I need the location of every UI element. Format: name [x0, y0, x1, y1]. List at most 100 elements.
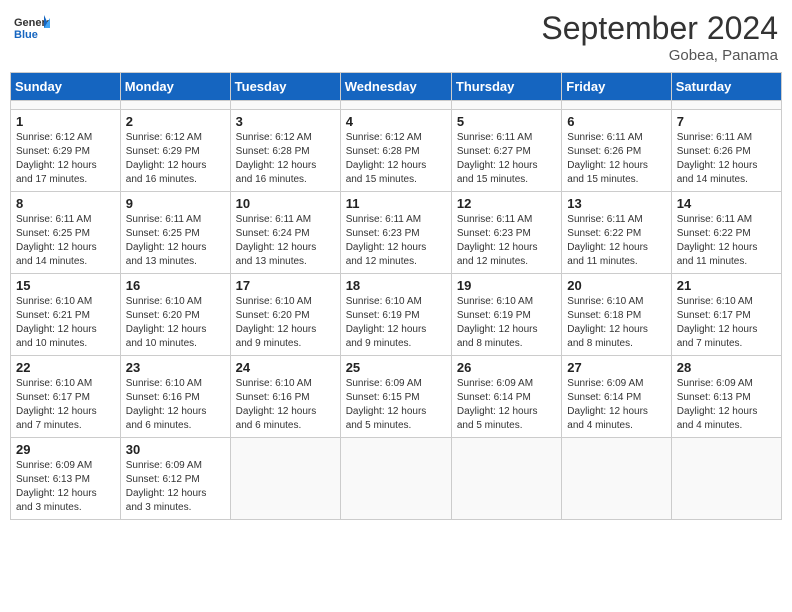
- day-number: 12: [457, 196, 556, 211]
- svg-text:Blue: Blue: [14, 29, 38, 41]
- day-info: Sunrise: 6:10 AM Sunset: 6:20 PM Dayligh…: [236, 295, 335, 351]
- day-info: Sunrise: 6:11 AM Sunset: 6:25 PM Dayligh…: [16, 213, 115, 269]
- calendar-cell: 10Sunrise: 6:11 AM Sunset: 6:24 PM Dayli…: [230, 192, 340, 274]
- day-number: 1: [16, 114, 115, 129]
- calendar-cell: 30 Sunrise: 6:09 AM Sunset: 6:12 PM Dayli…: [120, 438, 230, 520]
- calendar-cell: 25 Sunrise: 6:09 AM Sunset: 6:15 PM Dayli…: [340, 356, 451, 438]
- day-info: Sunrise: 6:09 AM Sunset: 6:13 PM Dayligh…: [16, 459, 115, 515]
- calendar-cell: 27Sunrise: 6:09 AM Sunset: 6:14 PM Dayli…: [562, 356, 671, 438]
- calendar-cell: [230, 101, 340, 110]
- day-info: Sunrise: 6:10 AM Sunset: 6:16 PM Dayligh…: [236, 377, 335, 433]
- day-number: 18: [346, 278, 446, 293]
- calendar-cell: 7Sunrise: 6:11 AM Sunset: 6:26 PM Daylig…: [671, 110, 781, 192]
- calendar-cell: 19 Sunrise: 6:10 AM Sunset: 6:19 PM Dayli…: [451, 274, 561, 356]
- day-number: 14: [677, 196, 776, 211]
- day-number: 25: [346, 360, 446, 375]
- day-number: 7: [677, 114, 776, 129]
- day-number: 5: [457, 114, 556, 129]
- calendar-cell: [671, 438, 781, 520]
- day-number: 16: [126, 278, 225, 293]
- col-saturday: Saturday: [671, 73, 781, 101]
- day-info: Sunrise: 6:11 AM Sunset: 6:25 PM Dayligh…: [126, 213, 225, 269]
- day-info: Sunrise: 6:12 AM Sunset: 6:29 PM Dayligh…: [16, 131, 115, 187]
- calendar-cell: 4Sunrise: 6:12 AM Sunset: 6:28 PM Daylig…: [340, 110, 451, 192]
- day-number: 13: [567, 196, 665, 211]
- day-info: Sunrise: 6:09 AM Sunset: 6:12 PM Dayligh…: [126, 459, 225, 515]
- calendar-cell: [11, 101, 121, 110]
- day-number: 21: [677, 278, 776, 293]
- day-info: Sunrise: 6:12 AM Sunset: 6:28 PM Dayligh…: [346, 131, 446, 187]
- day-info: Sunrise: 6:09 AM Sunset: 6:13 PM Dayligh…: [677, 377, 776, 433]
- day-info: Sunrise: 6:11 AM Sunset: 6:22 PM Dayligh…: [677, 213, 776, 269]
- day-info: Sunrise: 6:12 AM Sunset: 6:28 PM Dayligh…: [236, 131, 335, 187]
- calendar-cell: 3 Sunrise: 6:12 AM Sunset: 6:28 PM Daylig…: [230, 110, 340, 192]
- day-number: 29: [16, 442, 115, 457]
- day-number: 2: [126, 114, 225, 129]
- calendar-cell: 17 Sunrise: 6:10 AM Sunset: 6:20 PM Dayli…: [230, 274, 340, 356]
- calendar-cell: 22 Sunrise: 6:10 AM Sunset: 6:17 PM Dayli…: [11, 356, 121, 438]
- calendar-cell: 13 Sunrise: 6:11 AM Sunset: 6:22 PM Dayli…: [562, 192, 671, 274]
- day-number: 20: [567, 278, 665, 293]
- logo: General Blue: [14, 10, 50, 46]
- calendar-cell: [671, 101, 781, 110]
- calendar-cell: [562, 438, 671, 520]
- day-info: Sunrise: 6:10 AM Sunset: 6:16 PM Dayligh…: [126, 377, 225, 433]
- calendar-cell: [451, 101, 561, 110]
- day-info: Sunrise: 6:10 AM Sunset: 6:17 PM Dayligh…: [677, 295, 776, 351]
- calendar-cell: 9 Sunrise: 6:11 AM Sunset: 6:25 PM Daylig…: [120, 192, 230, 274]
- day-info: Sunrise: 6:10 AM Sunset: 6:19 PM Dayligh…: [346, 295, 446, 351]
- day-number: 11: [346, 196, 446, 211]
- calendar-cell: 28 Sunrise: 6:09 AM Sunset: 6:13 PM Dayli…: [671, 356, 781, 438]
- calendar-cell: 20 Sunrise: 6:10 AM Sunset: 6:18 PM Dayli…: [562, 274, 671, 356]
- day-number: 9: [126, 196, 225, 211]
- day-number: 19: [457, 278, 556, 293]
- day-info: Sunrise: 6:11 AM Sunset: 6:23 PM Dayligh…: [346, 213, 446, 269]
- day-number: 10: [236, 196, 335, 211]
- calendar-cell: 18 Sunrise: 6:10 AM Sunset: 6:19 PM Dayli…: [340, 274, 451, 356]
- day-info: Sunrise: 6:11 AM Sunset: 6:22 PM Dayligh…: [567, 213, 665, 269]
- logo-icon: General Blue: [14, 10, 50, 46]
- day-number: 23: [126, 360, 225, 375]
- page-header: General Blue September 2024 Gobea, Panam…: [10, 10, 782, 64]
- col-friday: Friday: [562, 73, 671, 101]
- day-info: Sunrise: 6:10 AM Sunset: 6:21 PM Dayligh…: [16, 295, 115, 351]
- calendar-cell: [120, 101, 230, 110]
- month-title: September 2024: [541, 10, 778, 47]
- day-number: 28: [677, 360, 776, 375]
- calendar-cell: 11 Sunrise: 6:11 AM Sunset: 6:23 PM Dayli…: [340, 192, 451, 274]
- calendar-cell: 26Sunrise: 6:09 AM Sunset: 6:14 PM Dayli…: [451, 356, 561, 438]
- col-tuesday: Tuesday: [230, 73, 340, 101]
- col-monday: Monday: [120, 73, 230, 101]
- calendar-cell: 2 Sunrise: 6:12 AM Sunset: 6:29 PM Daylig…: [120, 110, 230, 192]
- day-info: Sunrise: 6:10 AM Sunset: 6:17 PM Dayligh…: [16, 377, 115, 433]
- day-number: 30: [126, 442, 225, 457]
- calendar-cell: 14 Sunrise: 6:11 AM Sunset: 6:22 PM Dayli…: [671, 192, 781, 274]
- col-wednesday: Wednesday: [340, 73, 451, 101]
- day-info: Sunrise: 6:10 AM Sunset: 6:19 PM Dayligh…: [457, 295, 556, 351]
- calendar-cell: 6Sunrise: 6:11 AM Sunset: 6:26 PM Daylig…: [562, 110, 671, 192]
- day-info: Sunrise: 6:12 AM Sunset: 6:29 PM Dayligh…: [126, 131, 225, 187]
- day-number: 3: [236, 114, 335, 129]
- calendar-header-row: Sunday Monday Tuesday Wednesday Thursday…: [11, 73, 782, 101]
- day-number: 26: [457, 360, 556, 375]
- calendar-week-row-0: [11, 101, 782, 110]
- col-thursday: Thursday: [451, 73, 561, 101]
- day-number: 17: [236, 278, 335, 293]
- day-info: Sunrise: 6:10 AM Sunset: 6:18 PM Dayligh…: [567, 295, 665, 351]
- calendar-cell: 12 Sunrise: 6:11 AM Sunset: 6:23 PM Dayli…: [451, 192, 561, 274]
- calendar-cell: [340, 438, 451, 520]
- calendar-cell: 29 Sunrise: 6:09 AM Sunset: 6:13 PM Dayli…: [11, 438, 121, 520]
- calendar-table: Sunday Monday Tuesday Wednesday Thursday…: [10, 72, 782, 520]
- location-subtitle: Gobea, Panama: [541, 47, 778, 64]
- calendar-cell: 24Sunrise: 6:10 AM Sunset: 6:16 PM Dayli…: [230, 356, 340, 438]
- day-info: Sunrise: 6:10 AM Sunset: 6:20 PM Dayligh…: [126, 295, 225, 351]
- calendar-cell: 1 Sunrise: 6:12 AM Sunset: 6:29 PM Daylig…: [11, 110, 121, 192]
- day-number: 8: [16, 196, 115, 211]
- day-info: Sunrise: 6:09 AM Sunset: 6:15 PM Dayligh…: [346, 377, 446, 433]
- day-number: 22: [16, 360, 115, 375]
- calendar-week-row-3: 15Sunrise: 6:10 AM Sunset: 6:21 PM Dayli…: [11, 274, 782, 356]
- calendar-week-row-1: 1 Sunrise: 6:12 AM Sunset: 6:29 PM Daylig…: [11, 110, 782, 192]
- title-block: September 2024 Gobea, Panama: [541, 10, 778, 64]
- calendar-cell: 16 Sunrise: 6:10 AM Sunset: 6:20 PM Dayli…: [120, 274, 230, 356]
- day-info: Sunrise: 6:11 AM Sunset: 6:23 PM Dayligh…: [457, 213, 556, 269]
